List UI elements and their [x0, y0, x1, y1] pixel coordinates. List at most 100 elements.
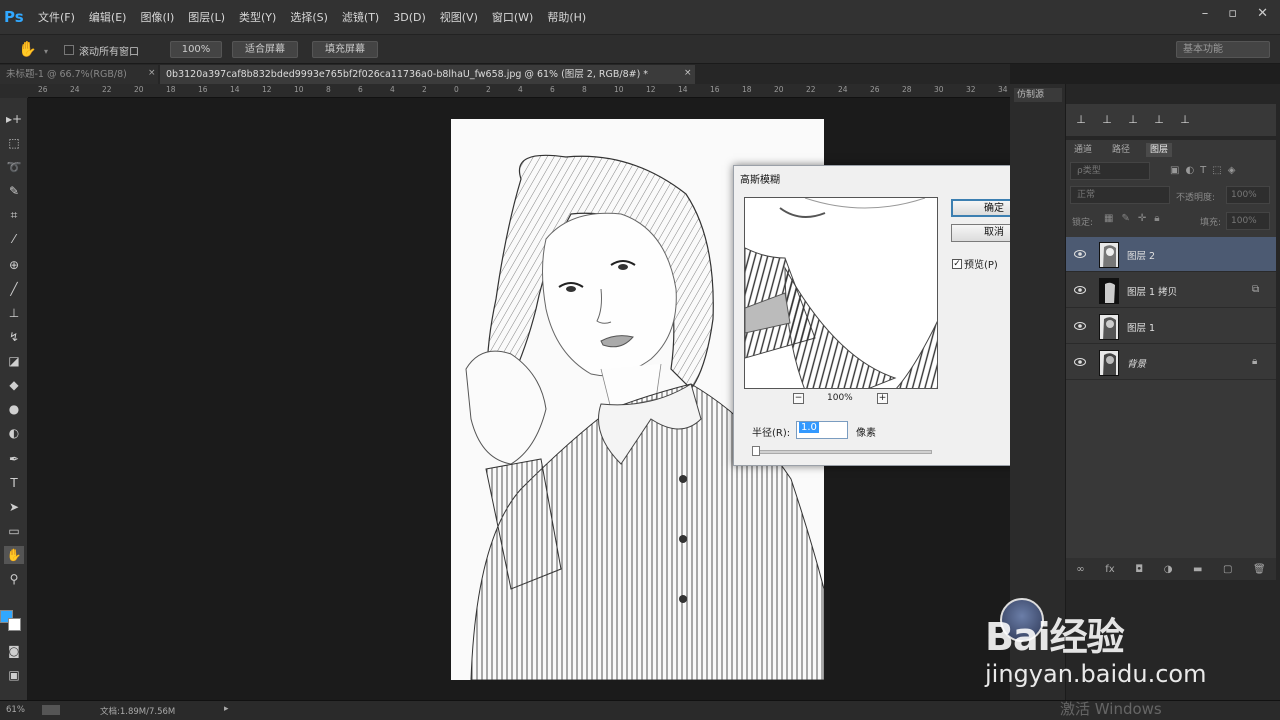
- preview-checkbox[interactable]: ✓: [952, 258, 962, 269]
- group-folder-icon[interactable]: ▬: [1193, 564, 1202, 575]
- zoom-out-icon[interactable]: −: [793, 393, 804, 404]
- tab-close-icon[interactable]: ×: [148, 68, 156, 78]
- clone-stamp-icon[interactable]: ⊥: [1150, 113, 1168, 129]
- smart-object-icon: ⧉: [1252, 284, 1260, 295]
- layer-row[interactable]: 图层 1 拷贝 ⧉: [1066, 273, 1276, 308]
- healing-brush-icon[interactable]: ⊕: [4, 256, 24, 274]
- blur-tool-icon[interactable]: ●: [4, 400, 24, 418]
- move-tool-icon[interactable]: ▸+: [4, 110, 24, 128]
- menu-image[interactable]: 图像(I): [140, 9, 174, 25]
- preview-checkbox-row[interactable]: ✓ 预览(P): [952, 256, 998, 271]
- layer-filter-icons[interactable]: ▣◐T⬚◈: [1170, 165, 1241, 176]
- lock-icons[interactable]: ▦✎✛🔒︎: [1104, 213, 1168, 224]
- menu-filter[interactable]: 滤镜(T): [342, 9, 379, 25]
- preview-image: [745, 198, 937, 388]
- layer-row[interactable]: 图层 1: [1066, 309, 1276, 344]
- zoom-in-icon[interactable]: +: [877, 393, 888, 404]
- fill-input[interactable]: 100%: [1226, 212, 1270, 230]
- lasso-tool-icon[interactable]: ➰: [4, 158, 24, 176]
- visibility-eye-icon[interactable]: [1074, 249, 1086, 259]
- clone-source-tab[interactable]: 仿制源: [1014, 88, 1062, 102]
- opacity-input[interactable]: 100%: [1226, 186, 1270, 204]
- clone-stamp-icon[interactable]: ⊥: [1176, 113, 1194, 129]
- zoom-100-button[interactable]: 100%: [170, 41, 222, 58]
- menu-type[interactable]: 类型(Y): [239, 9, 276, 25]
- radius-input[interactable]: 1.0: [796, 421, 848, 439]
- clone-stamp-icon[interactable]: ⊥: [1098, 113, 1116, 129]
- blur-preview[interactable]: [744, 197, 938, 389]
- layer-row[interactable]: 图层 2: [1066, 237, 1276, 272]
- layer-row[interactable]: 背景 🔒︎: [1066, 345, 1276, 380]
- radius-slider-track[interactable]: [754, 450, 932, 454]
- quick-select-tool-icon[interactable]: ✎: [4, 182, 24, 200]
- hand-tool-icon[interactable]: ✋: [4, 546, 24, 564]
- visibility-eye-icon[interactable]: [1074, 321, 1086, 331]
- eyedropper-tool-icon[interactable]: ⁄: [4, 230, 24, 248]
- tab-close-icon[interactable]: ×: [684, 68, 692, 78]
- background-color-swatch[interactable]: [8, 618, 21, 631]
- crop-tool-icon[interactable]: ⌗: [4, 206, 24, 224]
- menu-select[interactable]: 选择(S): [290, 9, 328, 25]
- tab-layers[interactable]: 图层: [1146, 143, 1173, 157]
- tab-channels[interactable]: 通道: [1070, 143, 1096, 157]
- eraser-tool-icon[interactable]: ◪: [4, 352, 24, 370]
- tab-label: 未标题-1 @ 66.7%(RGB/8): [6, 69, 127, 80]
- layers-panel: 通道 路径 图层 ρ类型 ▣◐T⬚◈ 正常 不透明度: 100% 锁定: ▦✎✛…: [1066, 140, 1276, 580]
- menu-help[interactable]: 帮助(H): [547, 9, 586, 25]
- fx-icon[interactable]: fx: [1105, 564, 1114, 575]
- radius-slider-thumb[interactable]: [752, 446, 760, 456]
- ruler-tick-label: 4: [518, 85, 523, 94]
- tab-active-document[interactable]: 0b3120a397caf8b832bded9993e765bf2f026ca1…: [160, 65, 695, 84]
- ruler-tick-label: 8: [582, 85, 587, 94]
- scroll-all-label: 滚动所有窗口: [79, 47, 139, 58]
- ruler-tick-label: 30: [934, 85, 944, 94]
- minimize-icon[interactable]: –: [1202, 6, 1209, 21]
- scroll-all-checkbox[interactable]: [64, 45, 74, 55]
- rectangle-tool-icon[interactable]: ▭: [4, 522, 24, 540]
- menu-view[interactable]: 视图(V): [440, 9, 478, 25]
- layer-filter-select[interactable]: ρ类型: [1070, 162, 1150, 180]
- link-icon[interactable]: ∞: [1076, 564, 1084, 575]
- paint-bucket-icon[interactable]: ◆: [4, 376, 24, 394]
- ruler-tick-label: 2: [422, 85, 427, 94]
- layer-thumbnail: [1099, 314, 1119, 340]
- maximize-icon[interactable]: ▫: [1228, 6, 1237, 21]
- fill-screen-button[interactable]: 填充屏幕: [312, 41, 378, 58]
- clone-stamp-icon[interactable]: ⊥: [1124, 113, 1142, 129]
- visibility-eye-icon[interactable]: [1074, 357, 1086, 367]
- dodge-tool-icon[interactable]: ◐: [4, 424, 24, 442]
- menu-3d[interactable]: 3D(D): [393, 11, 426, 24]
- menu-window[interactable]: 窗口(W): [492, 9, 533, 25]
- menu-layer[interactable]: 图层(L): [188, 9, 225, 25]
- clone-stamp-icon[interactable]: ⊥: [4, 304, 24, 322]
- zoom-tool-icon[interactable]: ⚲: [4, 570, 24, 588]
- path-select-icon[interactable]: ➤: [4, 498, 24, 516]
- screen-mode-icon[interactable]: ▣: [4, 666, 24, 684]
- clone-stamp-icon[interactable]: ⊥: [1072, 113, 1090, 129]
- blend-mode-select[interactable]: 正常: [1070, 186, 1170, 204]
- radius-unit-label: 像素: [856, 428, 876, 439]
- visibility-eye-icon[interactable]: [1074, 285, 1086, 295]
- zoom-level[interactable]: 61%: [6, 705, 25, 715]
- type-tool-icon[interactable]: T: [4, 474, 24, 492]
- menu-file[interactable]: 文件(F): [38, 9, 75, 25]
- ruler-tick-label: 10: [614, 85, 624, 94]
- quick-mask-icon[interactable]: ◙: [4, 642, 24, 660]
- fit-screen-button[interactable]: 适合屏幕: [232, 41, 298, 58]
- close-icon[interactable]: ✕: [1257, 6, 1268, 21]
- chevron-right-icon[interactable]: ▸: [224, 704, 229, 714]
- tab-untitled[interactable]: 未标题-1 @ 66.7%(RGB/8): [0, 65, 158, 84]
- history-brush-icon[interactable]: ↯: [4, 328, 24, 346]
- menu-edit[interactable]: 编辑(E): [89, 9, 127, 25]
- brush-tool-icon[interactable]: ╱: [4, 280, 24, 298]
- tab-paths[interactable]: 路径: [1108, 143, 1134, 157]
- marquee-tool-icon[interactable]: ⬚: [4, 134, 24, 152]
- mask-icon[interactable]: ◘: [1135, 564, 1143, 575]
- pen-tool-icon[interactable]: ✒: [4, 450, 24, 468]
- ruler-tick-label: 34: [998, 85, 1008, 94]
- chevron-down-icon[interactable]: ▾: [44, 47, 48, 56]
- new-layer-icon[interactable]: ▢: [1223, 564, 1232, 575]
- workspace-select[interactable]: 基本功能: [1176, 41, 1270, 58]
- adjustment-icon[interactable]: ◑: [1164, 564, 1173, 575]
- trash-icon[interactable]: 🗑︎: [1253, 564, 1266, 575]
